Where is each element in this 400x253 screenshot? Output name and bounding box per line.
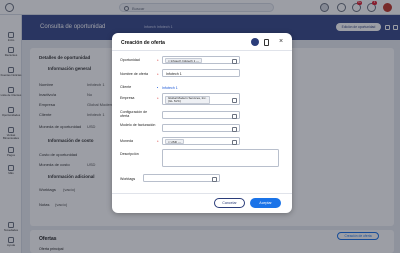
list-icon[interactable] bbox=[212, 176, 217, 182]
cliente-label: Cliente bbox=[120, 85, 132, 89]
required-marker: * bbox=[157, 96, 159, 101]
moneda-field[interactable]: × USD ⋯ bbox=[162, 137, 240, 145]
dialog-footer: Cancelar Aceptar bbox=[112, 193, 292, 213]
chip-text: USD bbox=[170, 140, 177, 145]
nombre-value: Infotech 1 bbox=[166, 72, 182, 76]
nombre-label: Nombre de oferta bbox=[120, 72, 148, 76]
moneda-chip[interactable]: × USD ⋯ bbox=[165, 139, 184, 145]
descripcion-label: Descripción bbox=[120, 152, 139, 156]
bullet-dot bbox=[157, 87, 159, 89]
close-icon[interactable]: × bbox=[277, 38, 285, 46]
dialog-title: Creación de oferta bbox=[121, 40, 165, 46]
chip-text: Global Modern Services, Inc. (GL SVC) bbox=[168, 95, 207, 103]
list-icon[interactable] bbox=[232, 126, 237, 132]
oportunidad-field[interactable]: × Infotech Infotech 1 ⋯ bbox=[162, 56, 240, 64]
chip-text: Infotech Infotech 1 bbox=[170, 59, 196, 64]
required-marker: * bbox=[157, 72, 159, 77]
cliente-value[interactable]: Infotech 1 bbox=[162, 86, 178, 90]
list-icon[interactable] bbox=[232, 113, 237, 119]
list-icon[interactable] bbox=[232, 58, 237, 64]
nombre-input[interactable]: Infotech 1 bbox=[162, 69, 240, 77]
list-icon[interactable] bbox=[232, 97, 237, 103]
divider bbox=[112, 50, 292, 51]
configuracion-label: Configuración de oferta bbox=[120, 110, 148, 118]
configuracion-field[interactable] bbox=[162, 111, 240, 119]
moneda-label: Moneda bbox=[120, 139, 133, 143]
modelo-label: Modelo de facturación bbox=[120, 123, 156, 127]
bookmark-icon[interactable] bbox=[264, 38, 269, 46]
oportunidad-label: Oportunidad bbox=[120, 58, 140, 62]
list-icon[interactable] bbox=[232, 139, 237, 145]
descripcion-textarea[interactable] bbox=[162, 149, 279, 167]
help-icon[interactable] bbox=[251, 38, 259, 46]
empresa-field[interactable]: Global Modern Services, Inc. (GL SVC) bbox=[162, 93, 240, 105]
required-marker: * bbox=[157, 139, 159, 144]
empresa-chip[interactable]: Global Modern Services, Inc. (GL SVC) bbox=[165, 95, 210, 104]
oportunidad-chip[interactable]: × Infotech Infotech 1 ⋯ bbox=[165, 58, 203, 64]
cancel-button[interactable]: Cancelar bbox=[214, 198, 245, 208]
worktags-field[interactable] bbox=[143, 174, 220, 182]
create-offer-dialog: Creación de oferta × Oportunidad * × Inf… bbox=[112, 33, 292, 213]
required-marker: * bbox=[157, 58, 159, 63]
modelo-field[interactable] bbox=[162, 124, 240, 132]
empresa-label: Empresa bbox=[120, 96, 135, 100]
accept-button[interactable]: Aceptar bbox=[250, 198, 281, 208]
worktags-label: Worktags bbox=[120, 177, 136, 181]
